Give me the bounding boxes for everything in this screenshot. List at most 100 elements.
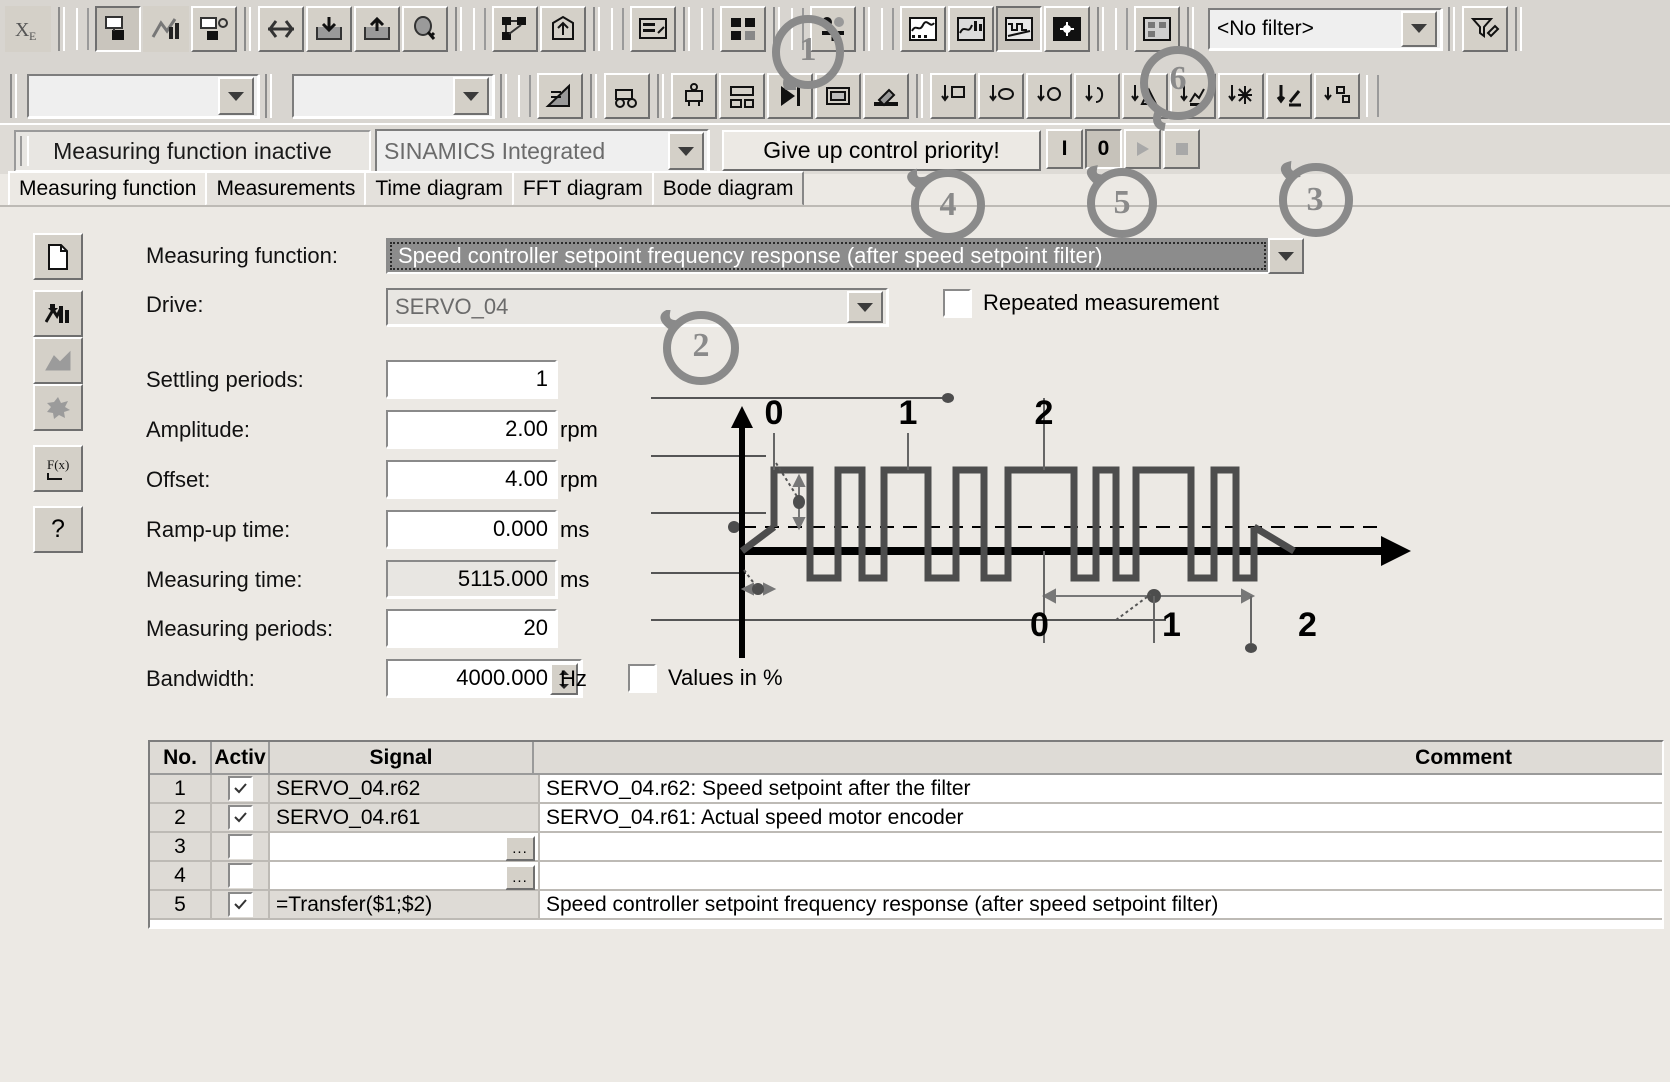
checkbox-checked-icon[interactable] bbox=[227, 892, 253, 917]
svg-text:1: 1 bbox=[899, 394, 918, 432]
chevron-down-icon[interactable] bbox=[668, 132, 704, 170]
measuring-periods-input[interactable]: 20 bbox=[386, 609, 557, 647]
star-measurement-icon[interactable] bbox=[33, 384, 83, 431]
table-row[interactable]: 3 ... bbox=[150, 833, 1662, 862]
network-nodes-icon[interactable] bbox=[492, 5, 538, 52]
settling-periods-input[interactable]: 1 bbox=[386, 360, 557, 398]
download-curve-icon[interactable] bbox=[1074, 73, 1120, 119]
drive-machine-icon[interactable] bbox=[604, 73, 650, 119]
ramp-up-time-input[interactable]: 0.000 bbox=[386, 510, 557, 548]
function-fx-icon[interactable]: F(x) bbox=[33, 445, 83, 492]
values-in-percent-row[interactable]: Values in % bbox=[628, 664, 783, 692]
stop-icon[interactable] bbox=[1163, 129, 1200, 169]
table-row[interactable]: 1 SERVO_04.r62 SERVO_04.r62: Speed setpo… bbox=[150, 775, 1662, 804]
row-signal[interactable]: ... bbox=[270, 833, 540, 862]
row-active-checkbox[interactable] bbox=[212, 775, 270, 804]
toolbar-grip[interactable] bbox=[473, 7, 486, 50]
chevron-down-icon[interactable] bbox=[1268, 238, 1304, 274]
callout-label: 6 bbox=[1169, 60, 1187, 97]
download-param-icon[interactable] bbox=[930, 73, 976, 119]
toolbar-grip[interactable] bbox=[881, 7, 894, 50]
device-tree-icon[interactable] bbox=[95, 5, 141, 52]
motor-data-icon[interactable] bbox=[671, 73, 717, 119]
new-measurement-icon[interactable] bbox=[33, 233, 83, 280]
table-row[interactable]: 4 ... bbox=[150, 862, 1662, 891]
tab-time-diagram[interactable]: Time diagram bbox=[364, 171, 514, 206]
drive-combo[interactable]: SERVO_04 bbox=[386, 288, 888, 326]
repeated-measurement-row[interactable]: Repeated measurement bbox=[943, 289, 1219, 317]
tab-measuring-function[interactable]: Measuring function bbox=[8, 171, 208, 206]
commissioning-icon[interactable] bbox=[863, 73, 909, 119]
amplitude-input[interactable]: 2.00 bbox=[386, 410, 557, 448]
toolbar-grip[interactable] bbox=[518, 75, 531, 117]
filter-combo[interactable]: <No filter> bbox=[1208, 7, 1442, 50]
device-config-icon[interactable] bbox=[191, 5, 237, 52]
tab-bode-diagram[interactable]: Bode diagram bbox=[651, 171, 805, 206]
row-active-checkbox[interactable] bbox=[212, 891, 270, 920]
checkbox-unchecked-icon[interactable] bbox=[227, 834, 253, 859]
toolbar-separator bbox=[1097, 6, 1104, 51]
parameter-list-icon[interactable] bbox=[720, 5, 766, 52]
repeated-measurement-checkbox[interactable] bbox=[943, 289, 971, 317]
browse-signal-button[interactable]: ... bbox=[505, 836, 535, 861]
export-icon[interactable] bbox=[540, 5, 586, 52]
row-signal[interactable]: SERVO_04.r61 bbox=[270, 804, 540, 833]
device-selector-combo[interactable]: SINAMICS Integrated bbox=[375, 129, 709, 173]
load-chart-icon[interactable] bbox=[33, 337, 83, 384]
tab-measurements[interactable]: Measurements bbox=[205, 171, 367, 206]
download-encoder-icon[interactable] bbox=[978, 73, 1024, 119]
bandwidth-input[interactable]: 4000.000 bbox=[386, 659, 582, 697]
chart-device-icon[interactable] bbox=[143, 5, 189, 52]
row-active-checkbox[interactable] bbox=[212, 862, 270, 891]
filter-edit-icon[interactable] bbox=[1462, 5, 1508, 52]
function-generator-icon[interactable] bbox=[996, 5, 1042, 52]
toolbar-separator bbox=[455, 6, 462, 51]
chevron-down-icon[interactable] bbox=[218, 77, 254, 115]
download-to-target-icon[interactable] bbox=[306, 5, 352, 52]
values-in-percent-checkbox[interactable] bbox=[628, 664, 656, 692]
table-header-row: No. Activ Signal Comment bbox=[150, 742, 1662, 775]
toolbar-grip[interactable] bbox=[701, 7, 714, 50]
give-up-control-priority-button[interactable]: Give up control priority! bbox=[722, 130, 1041, 171]
toolbar-grip[interactable] bbox=[1366, 75, 1379, 117]
device-combo[interactable] bbox=[292, 74, 494, 118]
download-box-icon[interactable] bbox=[1314, 73, 1360, 119]
row-active-checkbox[interactable] bbox=[212, 804, 270, 833]
chevron-down-icon[interactable] bbox=[453, 77, 489, 115]
table-row[interactable]: 5 =Transfer($1;$2) Speed controller setp… bbox=[150, 891, 1662, 920]
download-circle-icon[interactable] bbox=[1026, 73, 1072, 119]
row-signal[interactable]: SERVO_04.r62 bbox=[270, 775, 540, 804]
toolbar-grip[interactable] bbox=[611, 7, 624, 50]
measuring-function-combo[interactable]: Speed controller setpoint frequency resp… bbox=[386, 238, 1270, 274]
chevron-down-icon[interactable] bbox=[847, 291, 883, 323]
toolbar-grip[interactable] bbox=[76, 7, 89, 50]
checkbox-checked-icon[interactable] bbox=[227, 805, 253, 830]
save-chart-icon[interactable] bbox=[33, 290, 83, 337]
table-row[interactable]: 2 SERVO_04.r61 SERVO_04.r61: Actual spee… bbox=[150, 804, 1662, 833]
download-snowflake-icon[interactable] bbox=[1218, 73, 1264, 119]
copy-ram-to-rom-icon[interactable] bbox=[402, 5, 448, 52]
ramp-function-icon[interactable] bbox=[537, 73, 583, 119]
control-structure-icon[interactable] bbox=[719, 73, 765, 119]
toolbar-grip[interactable] bbox=[1115, 7, 1128, 50]
row-active-checkbox[interactable] bbox=[212, 833, 270, 862]
expert-list-icon[interactable] bbox=[630, 5, 676, 52]
row-comment: Speed controller setpoint frequency resp… bbox=[540, 891, 1662, 920]
measure-chart-icon[interactable] bbox=[948, 5, 994, 52]
checkbox-unchecked-icon[interactable] bbox=[227, 863, 253, 888]
compare-icon[interactable] bbox=[258, 5, 304, 52]
tab-fft-diagram[interactable]: FFT diagram bbox=[511, 171, 654, 206]
offset-input[interactable]: 4.00 bbox=[386, 460, 557, 498]
project-combo[interactable] bbox=[27, 74, 259, 118]
browse-signal-button[interactable]: ... bbox=[505, 865, 535, 890]
row-signal[interactable]: =Transfer($1;$2) bbox=[270, 891, 540, 920]
checkbox-checked-icon[interactable] bbox=[227, 776, 253, 801]
help-icon[interactable]: ? bbox=[33, 506, 83, 553]
chevron-down-icon[interactable] bbox=[1401, 10, 1437, 47]
row-signal[interactable]: ... bbox=[270, 862, 540, 891]
trace-icon[interactable] bbox=[900, 5, 946, 52]
callout-label: 1 bbox=[799, 31, 817, 68]
upload-from-target-icon[interactable] bbox=[354, 5, 400, 52]
measuring-function-icon[interactable] bbox=[1044, 5, 1090, 52]
download-slope-icon[interactable] bbox=[1266, 73, 1312, 119]
